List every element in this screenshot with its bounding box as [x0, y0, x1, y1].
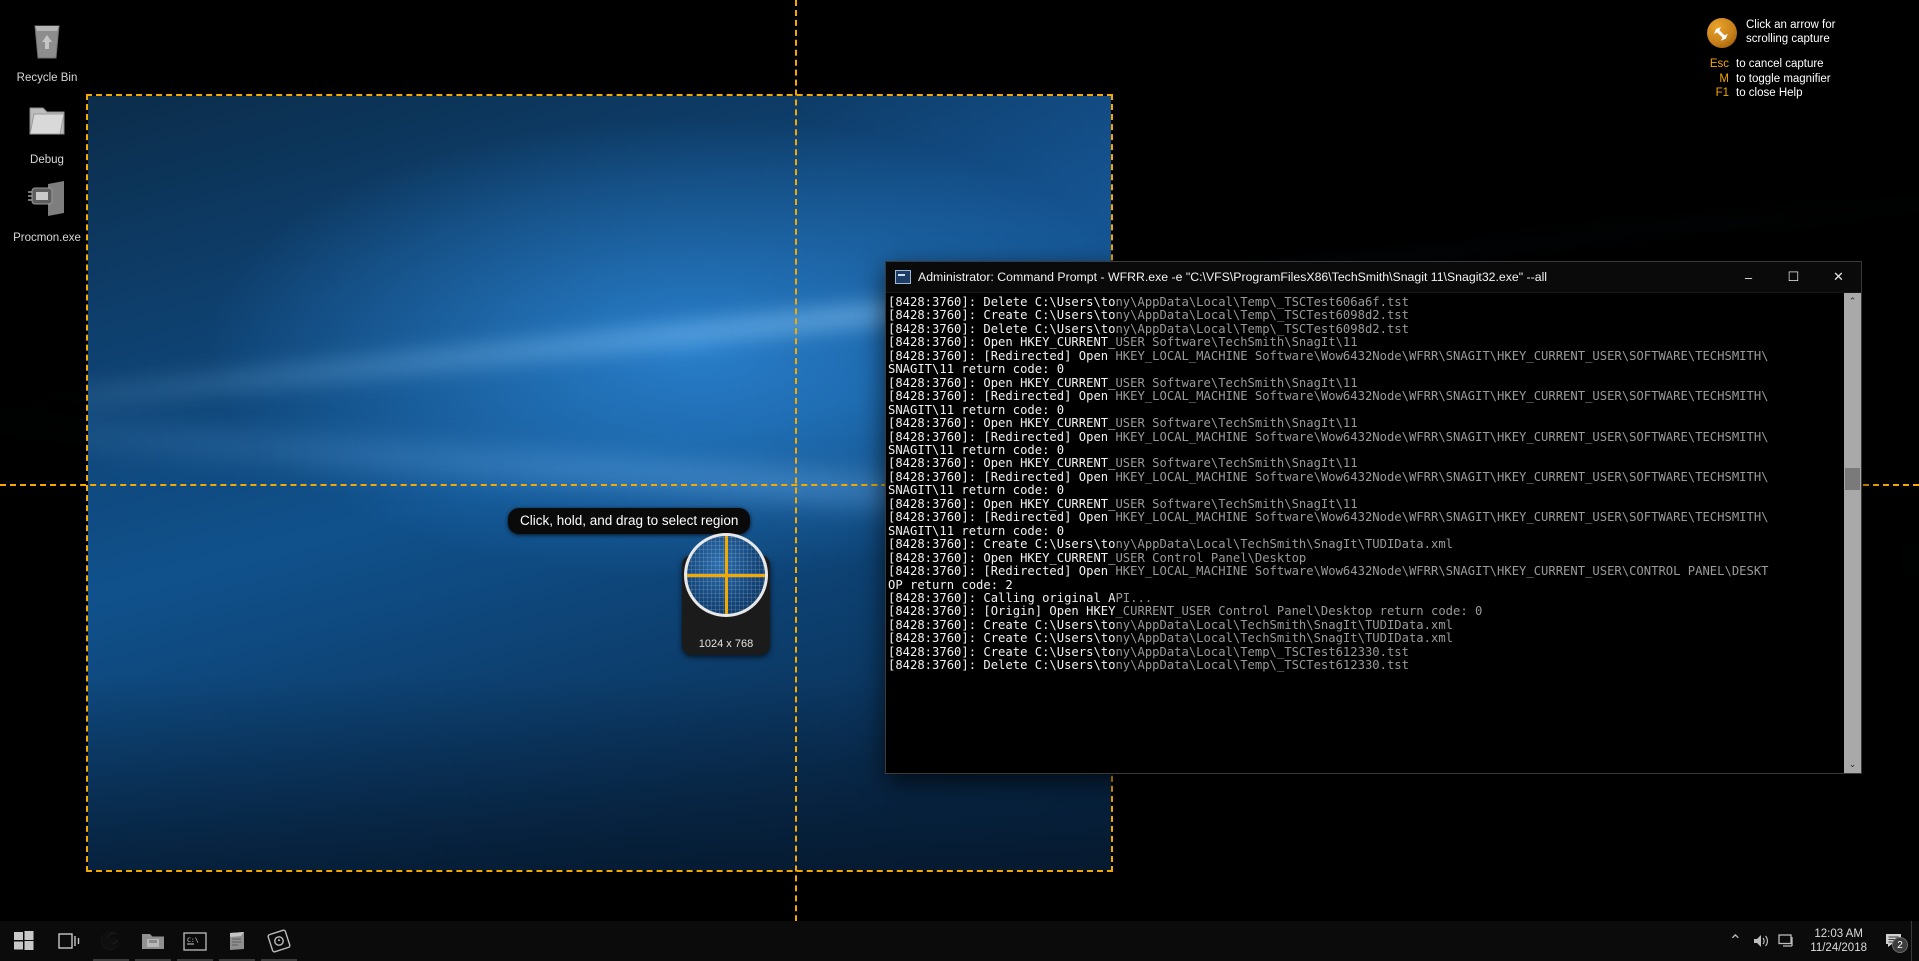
help-key-row: M to toggle magnifier	[1707, 73, 1871, 87]
desktop-icon-label: Debug	[30, 154, 64, 166]
console-line: [8428:3760]: Delete C:\Users\tony\AppDat…	[888, 321, 1409, 336]
console-line: [8428:3760]: Calling original API...	[888, 590, 1153, 605]
network-icon[interactable]	[1774, 921, 1800, 961]
console-line: SNAGIT\11 return code: 0	[888, 483, 1065, 498]
close-button[interactable]: ✕	[1816, 262, 1861, 293]
desktop-icon-procmon[interactable]: Procmon.exe	[0, 178, 94, 245]
folder-icon	[142, 934, 164, 949]
capture-magnifier: 1024 x 768	[682, 533, 770, 655]
help-key: Esc	[1709, 58, 1729, 70]
console-line: [8428:3760]: Delete C:\Users\tony\AppDat…	[888, 295, 1409, 309]
console-line: OP return code: 2	[888, 577, 1013, 592]
notification-badge: 2	[1892, 937, 1908, 953]
command-prompt-window[interactable]: Administrator: Command Prompt - WFRR.exe…	[886, 262, 1861, 773]
help-key: M	[1719, 72, 1729, 85]
console-line: [8428:3760]: Create C:\Users\tony\AppDat…	[888, 644, 1409, 659]
scroll-down-arrow-icon[interactable]: ⌄	[1844, 756, 1861, 773]
task-view-button[interactable]	[48, 921, 90, 961]
magnifier-crosshair-horizontal	[687, 573, 765, 577]
console-output[interactable]: [8428:3760]: Delete C:\Users\tony\AppDat…	[886, 293, 1844, 773]
svg-text:C:\: C:\	[187, 936, 199, 944]
console-line: [8428:3760]: Delete C:\Users\tony\AppDat…	[888, 658, 1409, 673]
show-desktop-button[interactable]	[1911, 921, 1919, 961]
console-line: SNAGIT\11 return code: 0	[888, 362, 1065, 377]
console-line: [8428:3760]: Create C:\Users\tony\AppDat…	[888, 537, 1453, 552]
volume-icon[interactable]	[1748, 921, 1774, 961]
help-key: F1	[1715, 87, 1729, 99]
console-line: [8428:3760]: [Redirected] Open HKEY_LOCA…	[888, 429, 1769, 444]
magnifier-dimensions-label: 1024 x 768	[698, 638, 754, 650]
scrolling-capture-arrow-icon[interactable]	[1707, 18, 1737, 48]
help-key-desc: to cancel capture	[1736, 58, 1824, 70]
help-key-desc: to close Help	[1736, 87, 1803, 99]
console-line: [8428:3760]: [Redirected] Open HKEY_LOCA…	[888, 348, 1769, 363]
window-controls: – ☐ ✕	[1726, 262, 1861, 293]
console-line: SNAGIT\11 return code: 0	[888, 402, 1065, 417]
desktop-icon-recycle-bin[interactable]: Recycle Bin	[0, 18, 94, 85]
magnifier-lens	[684, 533, 768, 617]
console-line: [8428:3760]: Open HKEY_CURRENT_USER Soft…	[888, 416, 1358, 431]
console-title-bar[interactable]: Administrator: Command Prompt - WFRR.exe…	[886, 262, 1861, 293]
desktop-icon-debug[interactable]: Debug	[0, 100, 94, 167]
edge-icon	[100, 930, 120, 950]
console-line: [8428:3760]: Open HKEY_CURRENT_USER Soft…	[888, 335, 1358, 350]
desktop-icon-label: Procmon.exe	[13, 232, 81, 244]
maximize-button[interactable]: ☐	[1771, 262, 1816, 293]
console-line: [8428:3760]: Create C:\Users\tony\AppDat…	[888, 631, 1453, 646]
command-prompt-button[interactable]: C:\	[174, 921, 216, 961]
console-line: [8428:3760]: Open HKEY_CURRENT_USER Soft…	[888, 456, 1358, 471]
console-window-title: Administrator: Command Prompt - WFRR.exe…	[918, 270, 1548, 284]
minimize-button[interactable]: –	[1726, 262, 1771, 293]
console-line: [8428:3760]: [Redirected] Open HKEY_LOCA…	[888, 469, 1769, 484]
task-view-icon	[58, 933, 80, 949]
help-title: Click an arrow for scrolling capture	[1746, 19, 1836, 45]
console-line: [8428:3760]: [Redirected] Open HKEY_LOCA…	[888, 510, 1769, 525]
console-line: [8428:3760]: Create C:\Users\tony\AppDat…	[888, 617, 1453, 632]
console-line: SNAGIT\11 return code: 0	[888, 523, 1065, 538]
desktop-icon-label: Recycle Bin	[16, 72, 78, 84]
notifications-button[interactable]: 2	[1877, 921, 1911, 961]
scroll-up-arrow-icon[interactable]: ⌃	[1844, 293, 1861, 310]
system-tray: ⌃ 12:03 AM 11/24/2018 2	[1722, 921, 1919, 961]
console-app-icon	[895, 270, 911, 284]
crosshair-vertical-line	[795, 0, 797, 961]
edge-button[interactable]	[90, 921, 132, 961]
screen: Recycle Bin Debug Procmon.exe Click, hol…	[0, 0, 1919, 961]
capture-hint-tooltip: Click, hold, and drag to select region	[508, 508, 751, 534]
scrollbar-thumb[interactable]	[1845, 468, 1860, 490]
console-scrollbar[interactable]: ⌃ ⌄	[1844, 293, 1861, 773]
console-line: [8428:3760]: Create C:\Users\tony\AppDat…	[888, 308, 1409, 323]
console-line: [8428:3760]: [Redirected] Open HKEY_LOCA…	[888, 564, 1769, 579]
console-line: [8428:3760]: Open HKEY_CURRENT_USER Soft…	[888, 496, 1358, 511]
folder-icon	[0, 100, 94, 148]
help-key-row: F1 to close Help	[1707, 87, 1871, 101]
recycle-bin-icon	[0, 18, 94, 66]
help-key-row: Esc to cancel capture	[1707, 58, 1871, 72]
notepad-button[interactable]	[216, 921, 258, 961]
terminal-icon: C:\	[183, 931, 207, 951]
start-button[interactable]	[0, 921, 48, 961]
file-explorer-button[interactable]	[132, 921, 174, 961]
console-line: [8428:3760]: [Redirected] Open HKEY_LOCA…	[888, 389, 1769, 404]
help-key-desc: to toggle magnifier	[1736, 72, 1831, 85]
clock-date: 11/24/2018	[1810, 942, 1867, 954]
notepad-icon	[230, 932, 244, 950]
show-hidden-icons-chevron-icon[interactable]: ⌃	[1722, 921, 1748, 961]
console-line: SNAGIT\11 return code: 0	[888, 442, 1065, 457]
snagit-button[interactable]	[258, 921, 300, 961]
snagit-icon	[267, 929, 291, 953]
procmon-icon	[0, 178, 94, 226]
console-line: [8428:3760]: [Origin] Open HKEY_CURRENT_…	[888, 604, 1483, 619]
taskbar: C:\ ⌃ 12:03 AM 11/24/2018 2	[0, 921, 1919, 961]
clock[interactable]: 12:03 AM 11/24/2018	[1800, 921, 1877, 961]
console-line: [8428:3760]: Open HKEY_CURRENT_USER Cont…	[888, 550, 1307, 565]
help-key-list: Esc to cancel capture M to toggle magnif…	[1707, 58, 1871, 101]
console-line: [8428:3760]: Open HKEY_CURRENT_USER Soft…	[888, 375, 1358, 390]
clock-time: 12:03 AM	[1814, 928, 1863, 940]
windows-logo-icon	[14, 931, 34, 950]
capture-help-overlay: Click an arrow for scrolling capture Esc…	[1707, 18, 1871, 102]
